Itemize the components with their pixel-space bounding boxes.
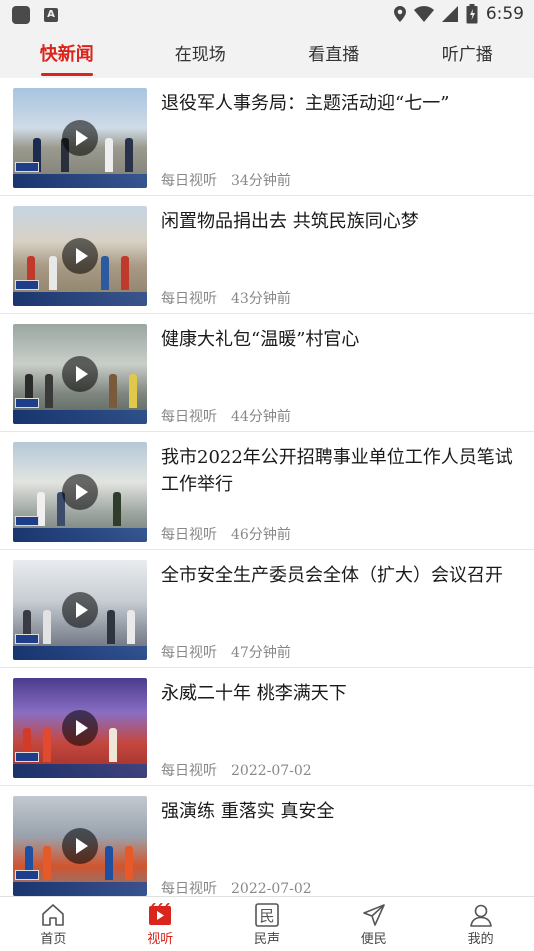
user-icon — [468, 903, 494, 927]
nav-mine[interactable]: 我的 — [427, 897, 534, 951]
play-icon[interactable] — [62, 238, 98, 274]
news-title[interactable]: 退役军人事务局：主题活动迎“七一” — [161, 90, 517, 117]
status-time: 6:59 — [486, 4, 524, 24]
news-source: 每日视听 — [161, 173, 217, 189]
news-time: 47分钟前 — [231, 645, 291, 661]
video-thumbnail[interactable] — [13, 324, 147, 424]
play-icon[interactable] — [62, 356, 98, 392]
news-meta: 每日视听 46分钟前 — [161, 524, 291, 544]
play-icon[interactable] — [62, 120, 98, 156]
list-item[interactable]: 我市2022年公开招聘事业单位工作人员笔试工作举行 每日视听 46分钟前 — [0, 432, 534, 550]
news-meta: 每日视听 44分钟前 — [161, 406, 291, 426]
play-icon[interactable] — [62, 828, 98, 864]
news-meta: 每日视听 43分钟前 — [161, 288, 291, 308]
list-item[interactable]: 强演练 重落实 真安全 每日视听 2022-07-02 — [0, 786, 534, 904]
play-icon[interactable] — [62, 474, 98, 510]
nav-label: 视听 — [107, 928, 214, 947]
battery-icon — [466, 4, 478, 24]
news-source: 每日视听 — [161, 881, 217, 897]
app-notification-icon — [12, 6, 30, 24]
news-source: 每日视听 — [161, 291, 217, 307]
news-title[interactable]: 永威二十年 桃李满天下 — [161, 680, 517, 707]
list-item[interactable]: 健康大礼包“温暖”村官心 每日视听 44分钟前 — [0, 314, 534, 432]
svg-text:民: 民 — [259, 907, 274, 925]
tab-live[interactable]: 看直播 — [267, 32, 401, 78]
video-thumbnail[interactable] — [13, 560, 147, 660]
nav-video[interactable]: 视听 — [107, 897, 214, 951]
news-meta: 每日视听 2022-07-02 — [161, 878, 312, 898]
nav-label: 民声 — [214, 928, 321, 947]
signal-icon — [442, 6, 458, 22]
list-item[interactable]: 闲置物品捐出去 共筑民族同心梦 每日视听 43分钟前 — [0, 196, 534, 314]
news-source: 每日视听 — [161, 409, 217, 425]
nav-label: 我的 — [427, 928, 534, 947]
news-time: 44分钟前 — [231, 409, 291, 425]
a-notification-icon: A — [44, 8, 58, 22]
video-thumbnail[interactable] — [13, 796, 147, 896]
news-time: 2022-07-02 — [231, 881, 312, 897]
news-time: 34分钟前 — [231, 173, 291, 189]
nav-label: 便民 — [320, 928, 427, 947]
tab-radio[interactable]: 听广播 — [401, 32, 534, 78]
news-list: 退役军人事务局：主题活动迎“七一” 每日视听 34分钟前 闲置物品捐出去 共筑民族… — [0, 78, 534, 904]
news-title[interactable]: 闲置物品捐出去 共筑民族同心梦 — [161, 208, 517, 235]
video-thumbnail[interactable] — [13, 206, 147, 306]
news-title[interactable]: 健康大礼包“温暖”村官心 — [161, 326, 517, 353]
wifi-icon — [414, 6, 434, 22]
news-meta: 每日视听 34分钟前 — [161, 170, 291, 190]
play-icon[interactable] — [62, 592, 98, 628]
news-time: 43分钟前 — [231, 291, 291, 307]
location-icon — [394, 6, 406, 22]
home-icon — [40, 903, 66, 927]
list-item[interactable]: 永威二十年 桃李满天下 每日视听 2022-07-02 — [0, 668, 534, 786]
news-time: 2022-07-02 — [231, 763, 312, 779]
news-time: 46分钟前 — [231, 527, 291, 543]
video-thumbnail[interactable] — [13, 442, 147, 542]
min-voice-icon: 民 — [254, 903, 280, 927]
news-source: 每日视听 — [161, 763, 217, 779]
video-thumbnail[interactable] — [13, 88, 147, 188]
tab-on-site[interactable]: 在现场 — [134, 32, 268, 78]
nav-min-voice[interactable]: 民 民声 — [214, 897, 321, 951]
news-title[interactable]: 我市2022年公开招聘事业单位工作人员笔试工作举行 — [161, 444, 517, 498]
video-thumbnail[interactable] — [13, 678, 147, 778]
news-source: 每日视听 — [161, 645, 217, 661]
bottom-nav: 首页 视听 民 民声 便民 我的 — [0, 896, 534, 951]
play-icon[interactable] — [62, 710, 98, 746]
send-icon — [361, 903, 387, 927]
news-title[interactable]: 强演练 重落实 真安全 — [161, 798, 517, 825]
video-icon — [147, 903, 173, 927]
news-source: 每日视听 — [161, 527, 217, 543]
status-bar: A 6:59 — [0, 0, 534, 32]
nav-convenience[interactable]: 便民 — [320, 897, 427, 951]
tab-quick-news[interactable]: 快新闻 — [0, 32, 134, 78]
news-meta: 每日视听 2022-07-02 — [161, 760, 312, 780]
list-item[interactable]: 全市安全生产委员会全体（扩大）会议召开 每日视听 47分钟前 — [0, 550, 534, 668]
nav-home[interactable]: 首页 — [0, 897, 107, 951]
news-meta: 每日视听 47分钟前 — [161, 642, 291, 662]
top-tabs: 快新闻 在现场 看直播 听广播 — [0, 32, 534, 78]
nav-label: 首页 — [0, 928, 107, 947]
list-item[interactable]: 退役军人事务局：主题活动迎“七一” 每日视听 34分钟前 — [0, 78, 534, 196]
news-title[interactable]: 全市安全生产委员会全体（扩大）会议召开 — [161, 562, 517, 589]
